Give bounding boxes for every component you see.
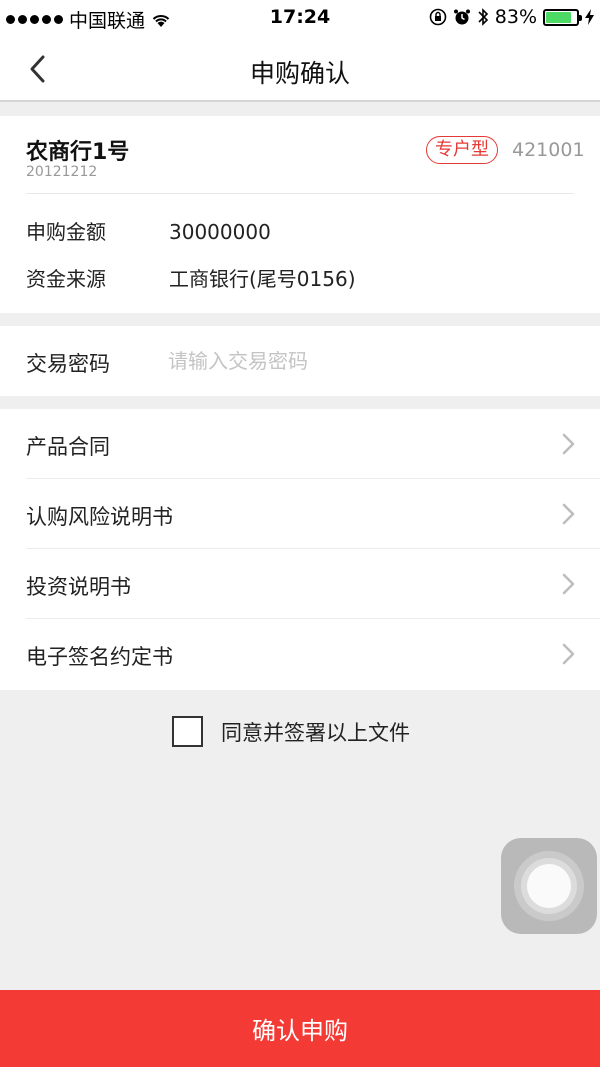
battery-percent: 83% — [494, 6, 537, 28]
battery-icon — [543, 8, 582, 26]
purchase-amount-row: 申购金额 30000000 — [26, 216, 271, 245]
chevron-right-icon — [562, 643, 575, 665]
doc-item-label: 电子签名约定书 — [26, 645, 173, 669]
confirm-purchase-button[interactable]: 确认申购 — [0, 990, 600, 1067]
fund-source-value: 工商银行(尾号0156) — [169, 267, 356, 291]
product-type-badge: 专户型 — [426, 136, 498, 164]
doc-item-label: 认购风险说明书 — [26, 505, 173, 529]
fund-source-row: 资金来源 工商银行(尾号0156) — [26, 263, 356, 292]
bluetooth-icon — [478, 8, 488, 26]
password-input[interactable] — [168, 342, 568, 380]
assistive-touch-button[interactable] — [501, 838, 597, 934]
status-bar: 中国联通 17:24 83% — [0, 0, 600, 36]
nav-bar: 申购确认 — [0, 36, 600, 102]
chevron-right-icon — [562, 433, 575, 455]
purchase-amount-label: 申购金额 — [26, 220, 106, 244]
doc-item-investment-prospectus[interactable]: 投资说明书 — [0, 549, 600, 619]
agreement-row[interactable]: 同意并签署以上文件 — [172, 716, 410, 747]
doc-item-risk-disclosure[interactable]: 认购风险说明书 — [0, 479, 600, 549]
fund-source-label: 资金来源 — [26, 267, 106, 291]
product-id: 421001 — [512, 139, 585, 161]
product-code: 20121212 — [26, 164, 98, 180]
alarm-icon — [453, 9, 470, 25]
password-label: 交易密码 — [26, 352, 110, 376]
agreement-label: 同意并签署以上文件 — [221, 720, 410, 745]
purchase-amount-value: 30000000 — [169, 220, 271, 244]
doc-item-product-contract[interactable]: 产品合同 — [0, 409, 600, 479]
agreement-checkbox[interactable] — [172, 716, 203, 747]
doc-item-label: 投资说明书 — [26, 575, 131, 599]
divider — [26, 193, 574, 194]
chevron-right-icon — [562, 573, 575, 595]
password-card: 交易密码 — [0, 326, 600, 396]
chevron-right-icon — [562, 503, 575, 525]
doc-item-esignature-agreement[interactable]: 电子签名约定书 — [0, 619, 600, 689]
page-title: 申购确认 — [249, 59, 350, 88]
document-list: 产品合同 认购风险说明书 投资说明书 电子签名约定书 — [0, 409, 600, 690]
battery-fill — [546, 11, 571, 23]
status-right: 83% — [429, 6, 594, 28]
orientation-lock-icon — [429, 8, 447, 26]
doc-item-label: 产品合同 — [26, 435, 110, 459]
assistive-touch-icon — [527, 864, 571, 908]
product-name: 农商行1号 — [26, 140, 130, 165]
product-card: 农商行1号 20121212 专户型 421001 申购金额 30000000 资… — [0, 116, 600, 313]
charging-icon — [585, 9, 594, 25]
